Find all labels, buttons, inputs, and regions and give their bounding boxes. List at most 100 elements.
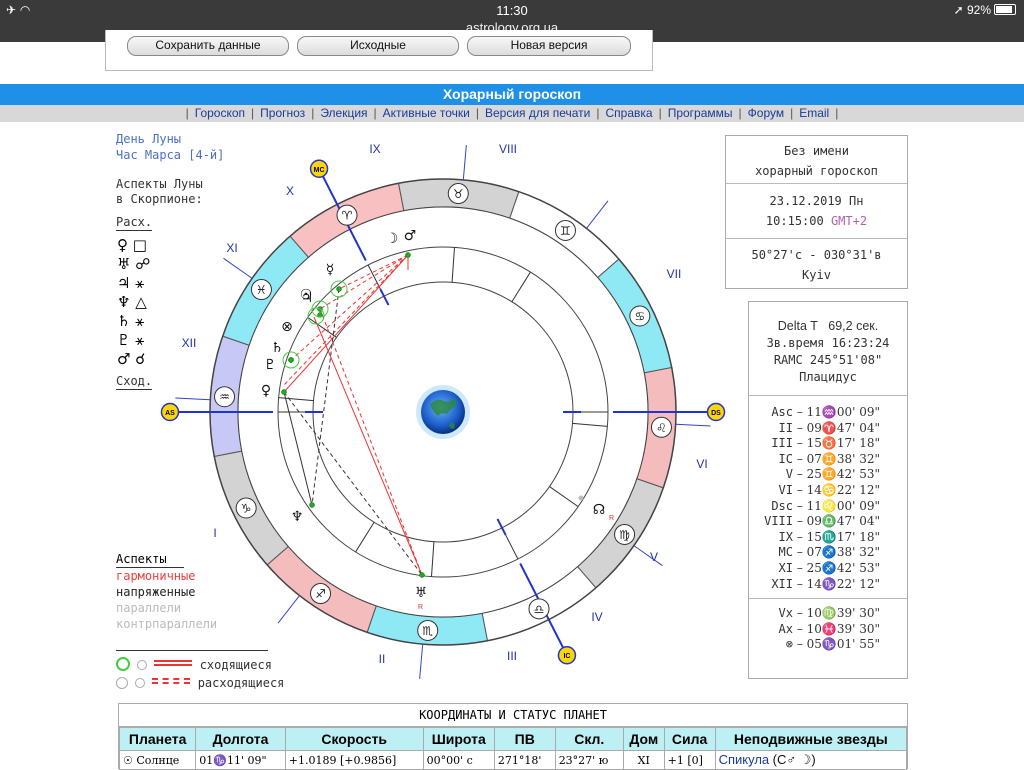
chart-timezone: GMT+2	[830, 214, 868, 228]
cusp-row-value: – 15♉17' 18"	[793, 436, 881, 451]
point-marker	[578, 495, 584, 501]
col-ra: ПВ	[493, 727, 556, 751]
col-fixed-stars: Неподвижные звезды	[714, 727, 908, 751]
cusp-row: Asc – 11♒00' 09"	[749, 405, 907, 421]
cell-power: +1 [0]	[663, 750, 716, 770]
cusp-row-label: XII	[771, 576, 793, 591]
fixed-star-link[interactable]: Спикула	[719, 752, 770, 767]
cusps-list: Asc – 11♒00' 09" II – 09♈47' 04" III – 15♉…	[749, 396, 907, 600]
chart-name: Без имени	[783, 144, 850, 158]
point-row: Ax – 10♓39' 30"	[749, 622, 907, 638]
separating-label: Расх.	[116, 215, 153, 231]
neptune-icon: ♆	[291, 509, 304, 525]
planet-point	[288, 357, 294, 363]
zodiac-sign-icon: ♈	[342, 209, 353, 223]
mars-icon: ♂	[404, 228, 417, 244]
cell-decl: 23°27' ю	[554, 750, 624, 770]
house-cusps-box: Delta T 69,2 сек. Зв.время 16:23:24 RAMC…	[748, 301, 908, 679]
nav-forum[interactable]: Форум	[744, 106, 788, 120]
fixed-star-extra: (С♂ ☽)	[772, 752, 816, 767]
house-number: XII	[182, 336, 197, 350]
zodiac-sign-icon: ♌	[656, 421, 667, 435]
col-speed: Скорость	[284, 727, 424, 751]
moon-aspect-planet: ♂	[117, 350, 131, 368]
cusp-row-value: – 25♊42' 53"	[793, 467, 881, 482]
moon-aspect-item: ♃ ⚹	[117, 274, 150, 293]
cusp-row-value: – 09♈47' 04"	[793, 420, 881, 435]
battery-icon	[994, 4, 1016, 15]
cusp-row-label: VI	[778, 482, 793, 497]
house-number: IV	[591, 610, 602, 624]
zodiac-sign-icon: ♉	[453, 187, 464, 201]
col-power: Сила	[663, 727, 716, 751]
house-system: Плацидус	[799, 370, 857, 384]
nav-email[interactable]: Email	[795, 106, 833, 120]
moon-aspect-item: ♆ △	[117, 293, 150, 312]
moon-aspect-planet: ♅	[117, 255, 131, 273]
page-title: Хорарный гороскоп	[0, 84, 1024, 105]
retrograde-mark: R	[418, 604, 423, 611]
cusp-row-label: Dsc	[771, 498, 793, 513]
cusp-row: IX – 15♏17' 18"	[749, 530, 907, 546]
deltat-value: 69,2 сек.	[828, 319, 879, 333]
point-row-label: Ax	[778, 621, 793, 636]
point-row: ⊗ – 05♑01' 55"	[749, 637, 907, 653]
planet-point	[419, 572, 425, 578]
save-data-button[interactable]: Сохранить данные	[127, 36, 289, 56]
house-extension	[633, 545, 663, 567]
cusp-row: III – 15♉17' 18"	[749, 436, 907, 452]
col-house: Дом	[622, 727, 665, 751]
house-number: II	[379, 652, 386, 666]
planets-table-box: КООРДИНАТЫ И СТАТУС ПЛАНЕТ Планета Долго…	[118, 703, 908, 770]
moon-aspect-item: ♄ ⚹	[117, 312, 150, 331]
cusp-row: VIII – 09♎47' 04"	[749, 514, 907, 530]
moon-aspect-type: ☌	[130, 350, 146, 368]
ic-marker-label: IC	[563, 653, 570, 660]
horoscope-wheel[interactable]: ☽ ♂☿♃☉⊗♄♇♀♆♅☊RR ♒♓♈♉♊♋♌♍♎♏♐♑AS DSMCICIII II…	[160, 130, 730, 695]
point-row-value: – 10♓39' 30"	[793, 621, 881, 636]
planets-table-title: КООРДИНАТЫ И СТАТУС ПЛАНЕТ	[119, 704, 907, 727]
planet-point	[281, 389, 287, 395]
sun-icon: ☉	[300, 287, 313, 303]
cusp-row-label: VIII	[764, 514, 793, 529]
nav-help[interactable]: Справка	[601, 106, 656, 120]
cell-speed: +1.0189 [+0.9856]	[284, 750, 424, 770]
cusp-row-label: V	[785, 467, 793, 482]
cusp-row-label: Asc	[771, 405, 793, 419]
cusp-row-value: – 25♐42' 53"	[793, 560, 881, 575]
new-version-button[interactable]: Новая версия	[467, 36, 631, 56]
nav-election[interactable]: Элекция	[316, 106, 371, 120]
chart-city: Kyiv	[802, 268, 831, 282]
cusp-row: Dsc – 11♌00' 09"	[749, 499, 907, 515]
nav-horoscope[interactable]: Гороскоп	[191, 106, 249, 120]
moon-aspect-type: △	[130, 293, 147, 311]
cusp-row-value: – 14♑22' 12"	[793, 576, 881, 591]
nav-active-points[interactable]: Активные точки	[379, 106, 474, 120]
moon-icon: ☽	[386, 231, 399, 247]
cusp-row-value: – 11♌00' 09"	[793, 498, 881, 513]
applying-label: Сход.	[116, 374, 153, 390]
cell-house: XI	[622, 750, 665, 770]
planet-point	[309, 502, 315, 508]
house-extension	[462, 144, 467, 180]
nav-programs[interactable]: Программы	[664, 106, 737, 120]
cusp-row-value: – 11♒00' 09"	[793, 405, 881, 419]
cusp-row: II – 09♈47' 04"	[749, 421, 907, 437]
house-number: V	[650, 550, 658, 564]
nav-forecast[interactable]: Прогноз	[256, 106, 309, 120]
part-of-fortune-icon: ⊗	[281, 319, 293, 335]
source-data-button[interactable]: Исходные	[297, 36, 459, 56]
col-latitude: Широта	[422, 727, 495, 751]
moon-aspects-list: ♀ □ ♅ ☍ ♃ ⚹ ♆ △ ♄ ⚹ ♇ ⚹ ♂ ☌	[117, 236, 150, 369]
location-icon: ➚	[953, 3, 964, 17]
moon-aspect-type: ⚹	[130, 331, 145, 349]
retrograde-mark: R	[609, 515, 614, 522]
nav-print-version[interactable]: Версия для печати	[481, 106, 594, 120]
moon-aspect-planet: ♇	[117, 331, 131, 349]
moon-aspect-item: ♂ ☌	[117, 350, 150, 369]
col-longitude: Долгота	[195, 727, 286, 751]
pluto-icon: ♇	[264, 357, 277, 373]
moon-aspect-item: ♇ ⚹	[117, 331, 150, 350]
cusp-row-value: – 07♊38' 32"	[793, 451, 881, 466]
status-time: 11:30	[496, 3, 528, 18]
